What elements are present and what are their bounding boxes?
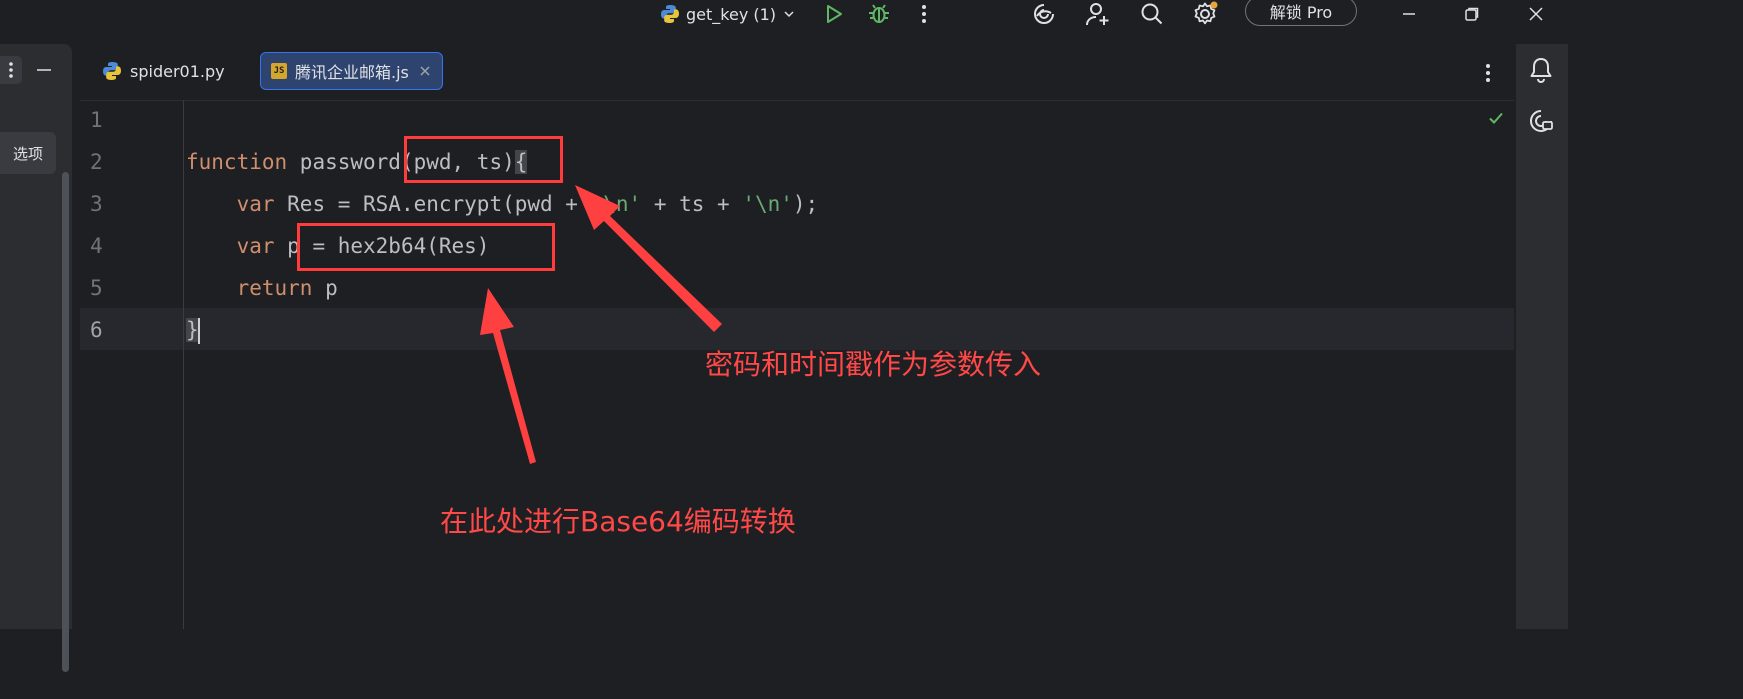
gutter-separator [183, 100, 184, 629]
search-button[interactable] [1138, 0, 1166, 28]
code-line[interactable]: return p [186, 276, 338, 300]
settings-button[interactable] [1190, 0, 1220, 28]
editor-tab-bar: spider01.py JS 腾讯企业邮箱.js [80, 44, 1514, 101]
unlock-pro-label: 解锁 Pro [1269, 3, 1333, 22]
base64-annotation-text: 在此处进行Base64编码转换 [440, 505, 796, 538]
line-number: 4 [90, 234, 103, 258]
unlock-pro-button[interactable]: 解锁 Pro [1245, 0, 1357, 26]
tab-label: spider01.py [130, 61, 225, 81]
hex2b64-highlight-box [297, 223, 555, 271]
code-editor: spider01.py JS 腾讯企业邮箱.js 1 2 3 4 5 6 function… [80, 44, 1514, 629]
ai-chat-button[interactable] [1528, 108, 1556, 136]
notifications-button[interactable] [1528, 56, 1556, 84]
panel-options-button[interactable] [0, 56, 22, 84]
code-token: '\n' [590, 192, 642, 216]
search-icon [1141, 3, 1163, 25]
title-bar: get_key (1) 解锁 Pro [0, 0, 1568, 44]
text-caret [197, 318, 200, 344]
code-line[interactable]: var Res = RSA.encrypt(pwd + '\n' + ts + … [186, 192, 819, 216]
chevron-down-icon [784, 11, 794, 18]
minimize-button[interactable] [1396, 0, 1422, 28]
code-token: '\n' [742, 192, 793, 216]
code-token: var [236, 234, 275, 258]
more-vertical-icon [1486, 64, 1490, 82]
tab-spider01-py[interactable]: spider01.py [98, 52, 229, 90]
panel-hide-button[interactable] [36, 62, 52, 78]
left-panel-scrollbar[interactable] [62, 172, 69, 672]
close-button[interactable] [1523, 0, 1549, 28]
minimize-icon [37, 69, 51, 71]
line-number: 6 [90, 318, 103, 342]
tab-options-button[interactable] [1482, 62, 1494, 84]
options-tooltip: 选项 [0, 132, 56, 174]
code-token: p [312, 276, 338, 300]
run-config-selector[interactable]: get_key (1) [660, 2, 796, 26]
more-vertical-icon [9, 62, 13, 78]
tab-close-icon[interactable] [419, 65, 431, 77]
line-number: 2 [90, 150, 103, 174]
more-vertical-icon [922, 5, 926, 23]
close-icon [1529, 7, 1543, 21]
notifications-icon [1530, 58, 1552, 83]
tab-label: 腾讯企业邮箱.js [295, 63, 409, 82]
settings-icon [1194, 1, 1218, 25]
code-token: var [236, 192, 275, 216]
code-token: return [236, 276, 313, 300]
ai-assistant-button[interactable] [1030, 0, 1058, 28]
right-tool-bar [1516, 44, 1568, 629]
python-icon [661, 5, 679, 23]
code-token: Res = RSA.encrypt(pwd + [274, 192, 591, 216]
code-line[interactable]: } [186, 318, 200, 344]
run-icon [827, 5, 842, 23]
params-highlight-box [404, 136, 563, 183]
code-token: ); [792, 192, 819, 216]
check-icon [1489, 112, 1503, 124]
ai-chat-icon [1530, 110, 1553, 132]
line-number: 3 [90, 192, 103, 216]
add-user-button[interactable] [1084, 0, 1112, 28]
restore-button[interactable] [1459, 0, 1485, 28]
add-user-icon [1086, 3, 1109, 26]
line-number: 1 [90, 108, 103, 132]
left-tool-panel: 选项 [0, 44, 72, 672]
more-actions-button[interactable] [914, 0, 934, 28]
javascript-file-icon: JS [271, 63, 287, 79]
run-config-label: get_key (1) [686, 4, 777, 24]
restore-icon [1465, 7, 1479, 21]
minimize-icon [1403, 13, 1415, 15]
line-number: 5 [90, 276, 103, 300]
debug-icon [869, 4, 889, 23]
code-token: function [186, 150, 288, 174]
params-annotation-text: 密码和时间戳作为参数传入 [705, 348, 1042, 381]
code-token: + ts + [641, 192, 743, 216]
run-button[interactable] [820, 0, 846, 28]
tab-tencent-mail-js[interactable]: JS 腾讯企业邮箱.js [260, 52, 443, 90]
ai-assistant-icon [1034, 4, 1054, 24]
python-icon [103, 62, 121, 80]
debug-button[interactable] [866, 0, 892, 28]
